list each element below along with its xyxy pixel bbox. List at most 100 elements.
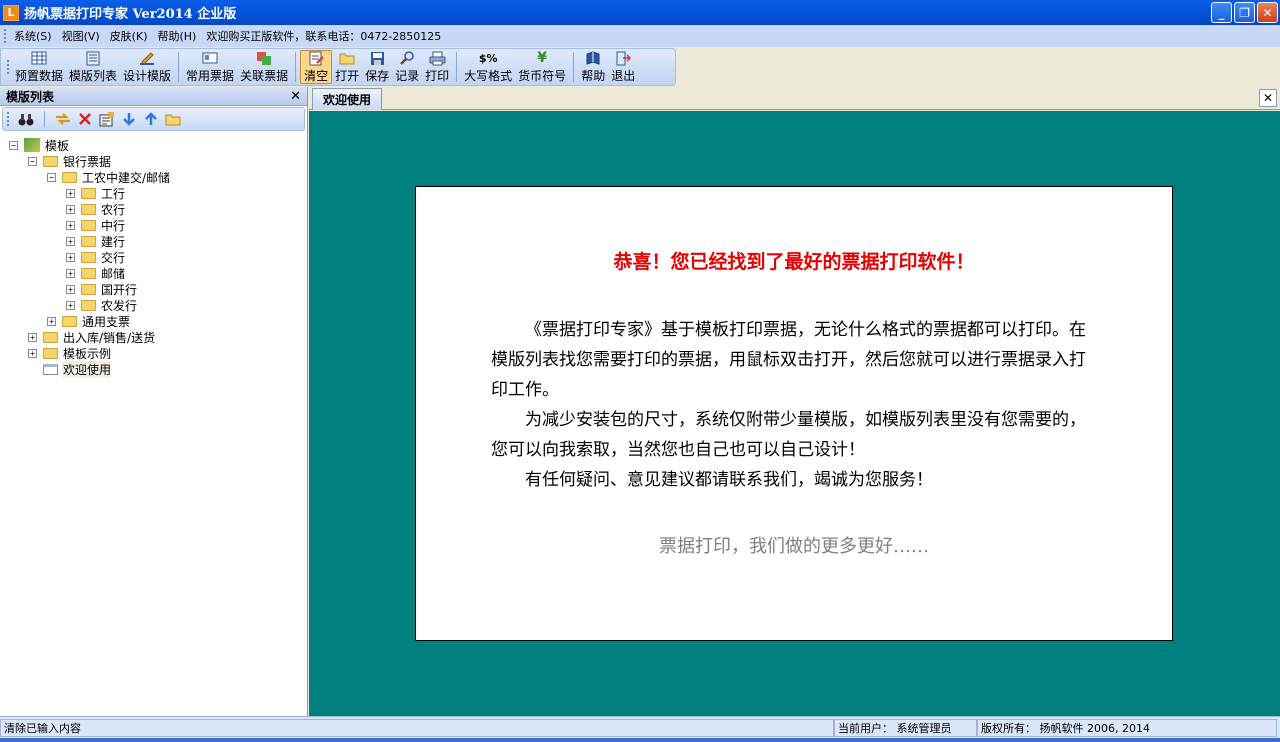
expand-toggle[interactable]: + [66,268,75,278]
properties-icon[interactable] [99,111,115,127]
open-button[interactable]: 打开 [332,50,362,84]
expand-toggle[interactable]: + [28,348,37,358]
expand-toggle[interactable]: + [28,332,37,342]
delete-icon[interactable] [77,111,93,127]
expand-toggle[interactable]: + [66,220,75,230]
tree-node-boc[interactable]: + 中行 [66,217,125,233]
menu-help[interactable]: 帮助(H) [152,28,201,44]
toolbar-separator [456,52,458,82]
tree-label: 工农中建交/邮储 [82,170,171,185]
clear-button[interactable]: 清空 [300,50,333,84]
tab-close-icon[interactable]: ✕ [1259,89,1277,107]
print-label: 打印 [425,69,450,83]
currency-icon: ¥ [537,50,548,66]
move-down-icon[interactable] [121,111,137,127]
preset-data-button[interactable]: 预置数据 [12,50,66,84]
collapse-toggle[interactable]: − [47,172,56,182]
expand-toggle[interactable]: + [66,236,75,246]
folder-icon [81,299,96,311]
tree-node-adbc[interactable]: + 农发行 [66,297,137,313]
document-area: 恭喜！您已经找到了最好的票据打印软件！ 《票据打印专家》基于模板打印票据，无论什… [309,111,1280,716]
swap-arrows-icon[interactable] [55,111,71,127]
panel-toolbar-grip[interactable] [7,112,10,126]
tree-node-root[interactable]: − 模板 [9,137,69,153]
expand-toggle[interactable]: + [66,204,75,214]
panel-close-icon[interactable]: ✕ [290,89,301,104]
toolbar-grip[interactable] [7,60,10,74]
folder-icon [62,315,77,327]
link-ticket-icon [255,50,273,66]
tree-label: 建行 [101,234,126,249]
title-bar: L 扬帆票据打印专家 Ver2014 企业版 _ ❐ ✕ [0,0,1280,25]
currency-symbol-button[interactable]: ¥ 货币符号 [515,50,569,84]
tree-node-icbc[interactable]: + 工行 [66,185,125,201]
save-button[interactable]: 保存 [362,50,392,84]
design-template-button[interactable]: 设计模版 [120,50,174,84]
template-icon [43,363,58,375]
list-icon [84,50,102,66]
move-up-icon[interactable] [143,111,159,127]
tab-strip: 欢迎使用 ✕ [309,87,1280,110]
currency-symbol-label: 货币符号 [518,69,567,83]
menu-system[interactable]: 系统(S) [9,28,57,44]
menu-contact-info: 欢迎购买正版软件，联系电话：0472-2850125 [206,30,442,43]
tree-label-root: 模板 [45,138,70,153]
tree-label: 国开行 [101,282,138,297]
help-button[interactable]: 帮助 [578,50,608,84]
collapse-toggle[interactable]: − [9,140,18,150]
tree-node-welcome[interactable]: 欢迎使用 [43,360,112,378]
status-message: 清除已输入内容 [0,718,834,737]
print-button[interactable]: 打印 [422,50,452,84]
window-title: 扬帆票据打印专家 Ver2014 企业版 [24,7,237,22]
folder-icon [81,283,96,295]
save-label: 保存 [365,69,390,83]
welcome-headline: 恭喜！您已经找到了最好的票据打印软件！ [613,251,975,273]
collapse-toggle[interactable]: − [28,156,37,166]
tree-node-ccb[interactable]: + 建行 [66,233,125,249]
tree-node-cdb[interactable]: + 国开行 [66,281,137,297]
tree-label: 欢迎使用 [63,360,112,378]
expand-toggle[interactable]: + [66,188,75,198]
help-book-icon [584,50,602,66]
preset-data-label: 预置数据 [15,69,64,83]
taskbar-edge [0,738,1280,742]
tree-label: 工行 [101,186,126,201]
tree-label: 出入库/销售/送货 [63,330,156,345]
expand-toggle[interactable]: + [47,316,56,326]
expand-toggle[interactable]: + [66,284,75,294]
close-button[interactable]: ✕ [1257,2,1278,23]
menu-grip[interactable] [4,29,7,43]
tree-node-inventory-sales[interactable]: + 出入库/销售/送货 [28,329,155,345]
records-button[interactable]: 记录 [392,50,422,84]
status-bar: 清除已输入内容 当前用户： 系统管理员 版权所有： 扬帆软件 2006, 201… [0,716,1280,738]
binoculars-icon[interactable] [18,111,34,127]
menu-skin[interactable]: 皮肤(K) [105,28,153,44]
panel-title: 模版列表 [6,89,55,104]
minimize-button[interactable]: _ [1211,2,1232,23]
exit-button[interactable]: 退出 [608,50,638,84]
tree-node-template-examples[interactable]: + 模板示例 [28,345,111,361]
main-toolbar: 预置数据 模版列表 设计模版 常用票据 关联票据 清空 打开 保存 记录 打印 … [0,48,676,86]
tree-node-abc[interactable]: + 农行 [66,201,125,217]
common-tickets-button[interactable]: 常用票据 [183,50,237,84]
tree-label: 邮储 [101,266,126,281]
tree-node-big-five-banks[interactable]: − 工农中建交/邮储 [47,169,170,185]
tree-node-psbc[interactable]: + 邮储 [66,265,125,281]
tab-welcome[interactable]: 欢迎使用 [312,88,383,110]
tree-label: 银行票据 [63,154,112,169]
linked-tickets-button[interactable]: 关联票据 [237,50,291,84]
tree-node-bocom[interactable]: + 交行 [66,249,125,265]
template-list-button[interactable]: 模版列表 [66,50,120,84]
panel-header: 模版列表 ✕ [0,87,307,106]
tree-label: 农行 [101,202,126,217]
expand-toggle[interactable]: + [66,252,75,262]
tree-node-bank-tickets[interactable]: − 银行票据 [28,153,111,169]
new-folder-icon[interactable] [165,111,181,127]
clear-label: 清空 [304,68,329,83]
tree-node-general-checks[interactable]: + 通用支票 [47,313,130,329]
uppercase-format-button[interactable]: $% 大写格式 [461,50,515,84]
expand-toggle[interactable]: + [66,300,75,310]
exit-icon [614,50,632,66]
maximize-button[interactable]: ❐ [1234,2,1255,23]
menu-view[interactable]: 视图(V) [57,28,105,44]
